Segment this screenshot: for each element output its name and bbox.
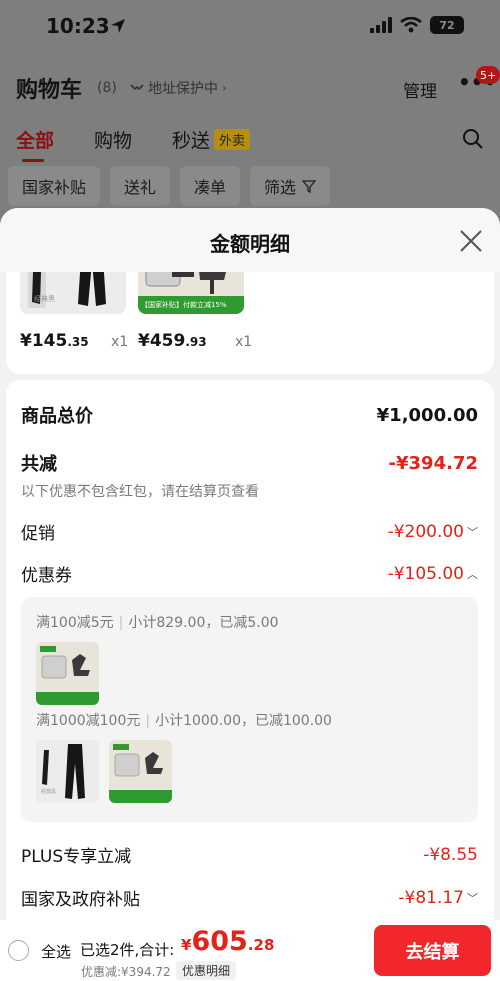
coupon-rule-detail: 小计1000.00，已减100.00 xyxy=(155,713,332,729)
subtotal-value: ¥1,000.00 xyxy=(376,404,478,426)
search-icon[interactable] xyxy=(462,128,484,150)
coupon-product-thumb-chair xyxy=(36,642,99,705)
select-all-radio[interactable] xyxy=(8,940,29,961)
address-label: 地址保护中 xyxy=(148,81,218,97)
chair-thumb-image xyxy=(109,740,172,803)
amount-detail-card: 商品总价 ¥1,000.00 共减 -¥394.72 以下优惠不包含红包，请在结… xyxy=(6,380,494,920)
discount-note: 以下优惠不包含红包，请在结算页查看 xyxy=(21,484,259,500)
promotion-value-wrap: -¥200.00 ﹀ xyxy=(388,522,478,542)
total-amount: ¥605.28 xyxy=(181,926,274,957)
price-integer: ¥459 xyxy=(138,331,186,351)
selected-summary: 已选2件,合计: xyxy=(80,941,175,959)
amount-detail-sheet: 金额明细 经典黑 ¥145.35 x1 【国家补贴】付款立减15% ¥459.9… xyxy=(0,208,500,920)
promotion-value: -¥200.00 xyxy=(387,521,464,542)
subtotal-row: 商品总价 ¥1,000.00 xyxy=(21,402,478,428)
product-price: ¥459.93 xyxy=(138,331,207,351)
plus-discount-row: PLUS专享立减 -¥8.55 xyxy=(21,842,478,868)
filter-national-subsidy[interactable]: 国家补贴 xyxy=(8,166,101,206)
page-title: 购物车 xyxy=(16,78,83,103)
coupon-label: 优惠券 xyxy=(21,566,72,586)
discount-detail-button[interactable]: 优惠明细 xyxy=(176,961,237,980)
total-discount-row: 共减 -¥394.72 xyxy=(21,450,478,476)
total-decimal: .28 xyxy=(247,936,275,954)
tab-shopping[interactable]: 购物 xyxy=(94,126,132,153)
product-thumb-caption: 经典黑 xyxy=(34,295,55,303)
tab-bar: 全部 购物 秒送 外卖 xyxy=(16,126,290,162)
coupon-value-wrap: -¥105.00 ︿ xyxy=(388,564,478,584)
address-protection[interactable]: 地址保护中 › xyxy=(130,78,227,98)
divider: | xyxy=(118,615,124,631)
discount-summary: 优惠减:¥394.72 xyxy=(81,965,171,979)
coupon-rule-line: 满100减5元 | 小计829.00，已减5.00 xyxy=(36,612,279,632)
coupon-thumb-caption: 经典黑 xyxy=(41,789,57,795)
chevron-right-icon: › xyxy=(222,81,227,95)
coupon-product-thumb-chair xyxy=(109,740,172,803)
coupon-rule: 满100减5元 xyxy=(36,615,114,631)
chair-thumb-image xyxy=(36,642,99,705)
plus-discount-value: -¥8.55 xyxy=(423,844,478,865)
price-decimal: .93 xyxy=(185,335,207,349)
tab-instant-delivery[interactable]: 秒送 xyxy=(172,126,210,153)
coupon-rule: 满1000减100元 xyxy=(36,713,141,729)
checkout-bar: 全选 已选2件,合计: ¥605.28 优惠减:¥394.72 优惠明细 去结算 xyxy=(0,920,500,981)
product-qty: x1 xyxy=(235,334,253,350)
total-currency: ¥ xyxy=(181,936,192,954)
coupon-row[interactable]: 优惠券 -¥105.00 ︿ xyxy=(21,561,478,587)
total-discount-value: -¥394.72 xyxy=(388,452,478,474)
promotion-row[interactable]: 促销 -¥200.00 ﹀ xyxy=(21,519,478,545)
coupon-product-thumb-pants: 经典黑 xyxy=(36,740,99,803)
subtotal-label: 商品总价 xyxy=(21,406,93,427)
location-arrow-icon xyxy=(111,19,125,33)
tab-all[interactable]: 全部 xyxy=(16,126,54,162)
price-decimal: .35 xyxy=(67,335,89,349)
background-page: 10:23 72 购物车 (8) 地址保护中 › 管理 ••• 5+ 全部 购物… xyxy=(0,0,500,240)
price-integer: ¥145 xyxy=(20,331,68,351)
total-integer: 605 xyxy=(191,926,248,957)
total-discount-label: 共减 xyxy=(21,454,57,475)
coupon-value: -¥105.00 xyxy=(387,563,464,584)
battery-icon: 72 xyxy=(430,16,464,34)
plus-discount-label: PLUS专享立减 xyxy=(21,847,132,867)
takeout-tag: 外卖 xyxy=(214,129,251,150)
status-time: 10:23 xyxy=(46,14,110,38)
cart-count: (8) xyxy=(97,80,117,96)
status-bar: 10:23 72 xyxy=(0,0,500,54)
promotion-label: 促销 xyxy=(21,524,55,544)
signal-icon xyxy=(370,17,392,33)
subsidy-row[interactable]: 国家及政府补贴 -¥81.17 ﹀ xyxy=(21,885,478,911)
select-all-label[interactable]: 全选 xyxy=(41,941,71,962)
sheet-title: 金额明细 xyxy=(210,232,290,256)
handshake-icon xyxy=(130,84,144,91)
filter-gift[interactable]: 送礼 xyxy=(110,166,171,206)
message-badge: 5+ xyxy=(476,66,500,84)
chevron-up-icon: ︿ xyxy=(467,567,478,581)
subsidy-banner: 【国家补贴】付款立减15% xyxy=(141,301,227,309)
close-icon[interactable] xyxy=(458,228,484,254)
coupon-rule-detail: 小计829.00，已减5.00 xyxy=(128,615,279,631)
checkout-button[interactable]: 去结算 xyxy=(374,925,491,976)
chevron-down-icon: ﹀ xyxy=(467,525,478,539)
wifi-icon xyxy=(400,17,422,33)
filter-label: 筛选 xyxy=(264,178,297,197)
filter-bundle[interactable]: 凑单 xyxy=(180,166,241,206)
subsidy-value: -¥81.17 xyxy=(398,887,464,908)
funnel-icon xyxy=(302,180,317,193)
sheet-header: 金额明细 xyxy=(0,208,500,272)
filter-chips: 国家补贴 送礼 凑单 筛选 xyxy=(8,166,331,206)
product-qty: x1 xyxy=(111,334,129,350)
product-price: ¥145.35 xyxy=(20,331,89,351)
subsidy-value-wrap: -¥81.17 ﹀ xyxy=(398,888,478,908)
status-icons: 72 xyxy=(370,16,464,34)
subsidy-label: 国家及政府补贴 xyxy=(21,890,140,910)
coupon-detail-box: 满100减5元 | 小计829.00，已减5.00 满1000减100元 | 小计100… xyxy=(21,597,478,822)
chevron-down-icon: ﹀ xyxy=(467,891,478,905)
coupon-rule-line: 满1000减100元 | 小计1000.00，已减100.00 xyxy=(36,710,332,730)
manage-button[interactable]: 管理 xyxy=(403,77,437,102)
filter-button[interactable]: 筛选 xyxy=(250,166,331,206)
divider: | xyxy=(145,713,151,729)
